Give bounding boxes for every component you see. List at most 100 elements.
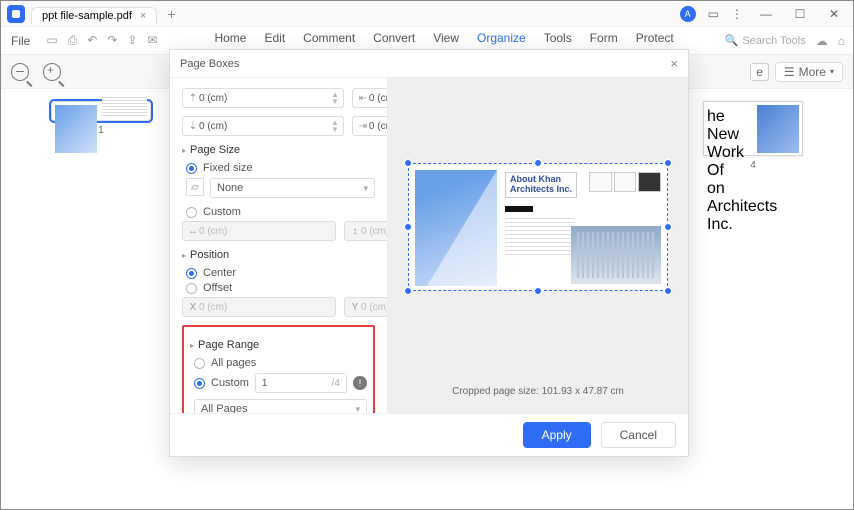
radio-all-pages[interactable]: All pages xyxy=(194,357,367,369)
close-tab-icon[interactable]: × xyxy=(140,10,146,22)
kebab-menu-icon[interactable]: ⋮ xyxy=(731,7,743,21)
margin-bottom-icon: ⇣ xyxy=(187,121,199,132)
minimize-button[interactable]: — xyxy=(755,7,777,21)
menu-view[interactable]: View xyxy=(433,31,459,51)
radio-icon xyxy=(186,163,197,174)
mail-icon[interactable]: ✉ xyxy=(147,33,157,48)
chat-icon[interactable]: ▭ xyxy=(708,7,719,21)
preview-title: About KhanArchitects Inc. xyxy=(505,172,577,198)
page-range-input[interactable]: 1 /4 xyxy=(255,373,347,393)
page-range-highlight: ▸Page Range All pages Custom 1 /4 ! All … xyxy=(182,325,375,413)
print-icon[interactable]: ⎙ xyxy=(68,33,78,48)
file-menu[interactable]: File xyxy=(1,34,40,48)
thumb-image xyxy=(55,105,97,153)
section-page-size: Page Size xyxy=(190,144,240,156)
menu-convert[interactable]: Convert xyxy=(373,31,415,51)
dialog-close-icon[interactable]: × xyxy=(670,56,678,71)
crop-handle[interactable] xyxy=(664,159,672,167)
margin-right-icon: ⇥ xyxy=(357,121,369,132)
custom-width-field: ↔ xyxy=(182,221,336,241)
radio-icon xyxy=(194,358,205,369)
thumb-4-wrap: he New Work Ofon Architects Inc. 4 xyxy=(703,101,803,171)
page-subset-select[interactable]: All Pages▾ xyxy=(194,399,367,413)
new-tab-button[interactable]: + xyxy=(167,6,175,22)
page-thumb-4[interactable]: he New Work Ofon Architects Inc. xyxy=(703,101,803,156)
crop-handle[interactable] xyxy=(534,287,542,295)
crop-size-info: Cropped page size: 101.93 x 47.87 cm xyxy=(388,376,688,413)
preview-badges xyxy=(589,172,661,192)
section-position: Position xyxy=(190,249,229,261)
dialog-title: Page Boxes xyxy=(180,58,239,70)
crop-handle[interactable] xyxy=(534,159,542,167)
search-icon: 🔍 xyxy=(725,34,739,47)
radio-fixed-size[interactable]: Fixed size xyxy=(186,162,375,174)
menu-form[interactable]: Form xyxy=(590,31,618,51)
custom-height-field: ↕ xyxy=(344,221,388,241)
crop-handle[interactable] xyxy=(404,223,412,231)
crop-handle[interactable] xyxy=(664,287,672,295)
page-boxes-dialog: Page Boxes × ⇡▲▼ ⇤▲▼ ⇣▲▼ ⇥▲▼ ▸Page Size … xyxy=(169,49,689,457)
radio-icon xyxy=(194,378,205,389)
margin-top-field[interactable]: ⇡▲▼ xyxy=(182,88,344,108)
document-tab[interactable]: ppt file-sample.pdf × xyxy=(31,7,157,24)
radio-custom-size[interactable]: Custom xyxy=(186,206,375,218)
radio-custom-range-label: Custom xyxy=(211,377,249,389)
save-icon[interactable]: ▭ xyxy=(46,33,57,48)
dialog-settings-panel: ⇡▲▼ ⇤▲▼ ⇣▲▼ ⇥▲▼ ▸Page Size Fixed size ▱ … xyxy=(170,78,388,413)
margin-bottom-field[interactable]: ⇣▲▼ xyxy=(182,116,344,136)
radio-icon xyxy=(186,283,197,294)
main-menu: Home Edit Comment Convert View Organize … xyxy=(214,31,673,51)
menu-organize[interactable]: Organize xyxy=(477,31,526,51)
margin-left-field[interactable]: ⇤▲▼ xyxy=(352,88,388,108)
radio-offset[interactable]: Offset xyxy=(186,282,375,294)
crop-preview[interactable]: About KhanArchitects Inc. xyxy=(408,163,668,291)
radio-icon xyxy=(186,268,197,279)
titlebar: ppt file-sample.pdf × + A ▭ ⋮ — ☐ ✕ xyxy=(1,1,853,27)
margin-top-icon: ⇡ xyxy=(187,93,199,104)
orientation-icon[interactable]: ▱ xyxy=(186,178,204,196)
warning-icon: ! xyxy=(353,376,367,390)
margin-right-field[interactable]: ⇥▲▼ xyxy=(352,116,388,136)
app-logo-icon xyxy=(7,5,25,23)
search-tools[interactable]: 🔍 Search Tools xyxy=(725,34,806,47)
toggle-e-icon[interactable]: e xyxy=(750,63,769,81)
caret-down-icon: ▾ xyxy=(363,183,368,194)
menu-home[interactable]: Home xyxy=(214,31,246,51)
page-size-select[interactable]: None▾ xyxy=(210,178,375,198)
quick-tools: ▭ ⎙ ↶ ↷ ⇪ ✉ xyxy=(40,33,163,48)
crop-handle[interactable] xyxy=(664,223,672,231)
section-page-range: Page Range xyxy=(198,339,259,351)
close-window-button[interactable]: ✕ xyxy=(823,7,845,21)
radio-center[interactable]: Center xyxy=(186,267,375,279)
thumb-image xyxy=(757,105,799,153)
menu-tools[interactable]: Tools xyxy=(544,31,572,51)
undo-icon[interactable]: ↶ xyxy=(87,33,97,48)
dialog-preview-panel: About KhanArchitects Inc. Cropped page s… xyxy=(388,78,688,413)
maximize-button[interactable]: ☐ xyxy=(789,7,811,21)
zoom-out-icon[interactable] xyxy=(11,63,29,81)
margin-left-icon: ⇤ xyxy=(357,93,369,104)
apply-button[interactable]: Apply xyxy=(523,422,591,448)
cloud-icon[interactable]: ☁ xyxy=(816,34,828,48)
user-avatar[interactable]: A xyxy=(680,6,696,22)
home-icon[interactable]: ⌂ xyxy=(838,34,845,48)
offset-x-field: X xyxy=(182,297,336,317)
menu-protect[interactable]: Protect xyxy=(636,31,674,51)
crop-handle[interactable] xyxy=(404,159,412,167)
page-thumb-1[interactable]: About KhanArchitects Inc. xyxy=(51,101,151,121)
preview-photo xyxy=(415,170,497,286)
crop-handle[interactable] xyxy=(404,287,412,295)
caret-down-icon: ▾ xyxy=(830,67,834,76)
hamburger-icon: ☰ xyxy=(784,65,795,79)
menu-edit[interactable]: Edit xyxy=(264,31,285,51)
more-button[interactable]: ☰ More ▾ xyxy=(775,62,843,82)
tab-title: ppt file-sample.pdf xyxy=(42,10,132,22)
cancel-button[interactable]: Cancel xyxy=(601,422,676,448)
caret-down-icon: ▾ xyxy=(355,404,360,414)
zoom-in-icon[interactable] xyxy=(43,63,61,81)
share-icon[interactable]: ⇪ xyxy=(127,33,137,48)
offset-y-field: Y xyxy=(344,297,388,317)
redo-icon[interactable]: ↷ xyxy=(107,33,117,48)
thumb-1-wrap: About KhanArchitects Inc. 1 xyxy=(51,101,151,136)
menu-comment[interactable]: Comment xyxy=(303,31,355,51)
